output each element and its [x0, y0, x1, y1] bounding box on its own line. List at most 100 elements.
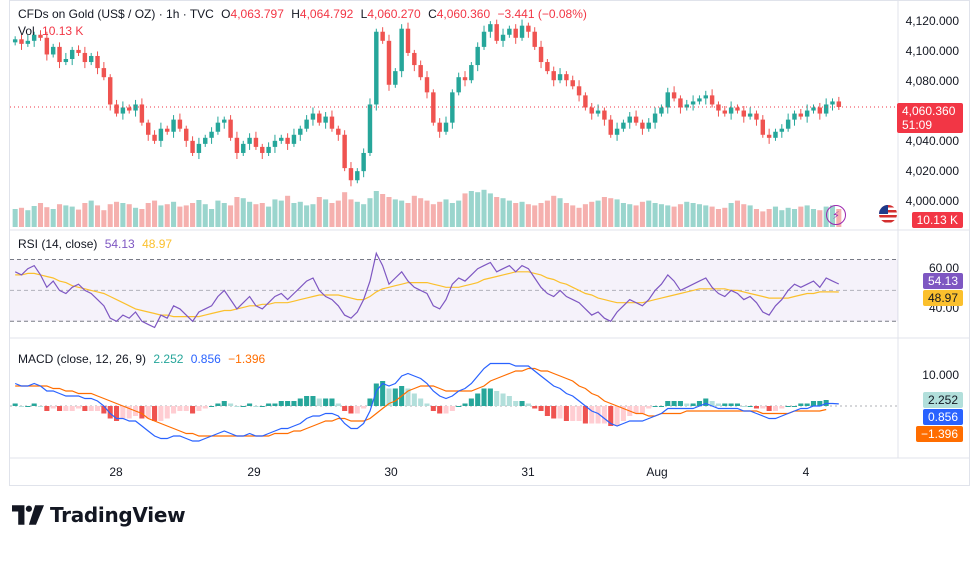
macd-line — [14, 362, 839, 442]
change-value: −3.441 (−0.08%) — [497, 7, 587, 21]
candle-body — [310, 113, 316, 120]
macd-histogram-bar — [810, 401, 817, 406]
candle-body — [88, 55, 94, 63]
time-axis-label: 29 — [247, 465, 261, 479]
volume-bar — [747, 205, 753, 227]
volume-bar — [56, 204, 63, 227]
volume-bar — [405, 203, 411, 227]
volume-bar — [487, 193, 493, 227]
macd-histogram-bar — [430, 406, 436, 411]
candle-body — [792, 113, 797, 120]
candle-body — [589, 107, 594, 114]
tradingview-logo-icon — [12, 505, 44, 525]
macd-histogram-bar — [804, 403, 810, 406]
candle-body — [747, 113, 753, 117]
candle-body — [608, 119, 613, 135]
macd-histogram-bar — [323, 398, 329, 406]
volume-bar — [95, 205, 101, 227]
macd-histogram-bar — [37, 406, 44, 407]
macd-histogram-bar — [481, 388, 487, 406]
time-axis-label: 30 — [384, 465, 398, 479]
candle-body — [285, 137, 290, 144]
volume-bar — [386, 197, 392, 227]
macd-histogram-bar — [158, 406, 164, 421]
candle-body — [671, 92, 677, 99]
candle-body — [646, 122, 651, 129]
macd-histogram-bar — [101, 406, 107, 414]
macd-histogram-bar — [316, 398, 322, 406]
volume-bar — [665, 205, 671, 227]
candle-body — [272, 140, 278, 147]
volume-bar — [247, 201, 253, 227]
macd-histogram-bar — [639, 406, 645, 414]
macd-histogram-bar — [278, 401, 284, 406]
candle-body — [602, 110, 607, 120]
candle-body — [329, 116, 335, 129]
macd-histogram-bar — [677, 401, 683, 406]
macd-histogram-bar — [747, 406, 753, 407]
volume-bar — [766, 209, 772, 227]
macd-histogram-bar — [665, 401, 671, 406]
candle-body — [507, 28, 512, 35]
macd-histogram-bar — [570, 406, 576, 421]
candle-body — [564, 74, 569, 81]
open-value: O4,063.797 — [221, 7, 284, 21]
candle-body — [291, 134, 297, 144]
candle-body — [836, 101, 842, 107]
candle-body — [779, 128, 785, 132]
macd-histogram-bar — [424, 403, 430, 406]
chart-frame[interactable]: CFDs on Gold (US$ / OZ) · 1h · TVC O4,06… — [9, 0, 970, 486]
macd-histogram-bar — [544, 406, 550, 416]
volume-bar — [101, 210, 107, 227]
candle-body — [298, 128, 303, 135]
volume-bar — [722, 207, 728, 227]
macd-histogram-bar — [766, 406, 772, 411]
candle-body — [101, 68, 107, 78]
price-axis-label: 4,040.000 — [905, 134, 959, 148]
candle-body — [450, 92, 455, 123]
volume-bar — [50, 209, 56, 227]
candle-body — [107, 77, 113, 105]
us-flag-icon[interactable] — [879, 205, 897, 223]
macd-histogram-bar — [456, 406, 462, 407]
candle-body — [526, 25, 531, 32]
candle-body — [76, 49, 81, 53]
time-axis-label: 4 — [802, 465, 810, 479]
candle-body — [19, 39, 24, 44]
candle-body — [133, 104, 138, 111]
macd-histogram-bar — [551, 406, 557, 419]
volume-bar — [297, 201, 303, 227]
candle-body — [405, 28, 411, 53]
macd-histogram-bar — [563, 406, 569, 421]
macd-histogram-bar — [82, 406, 88, 411]
lightning-icon[interactable]: ⚡ — [826, 205, 846, 225]
macd-histogram-bar — [494, 391, 500, 406]
macd-histogram-bar — [392, 388, 398, 406]
macd-histogram-bar — [658, 406, 664, 407]
macd-hist-legend-value: 2.252 — [153, 352, 184, 366]
candle-body — [456, 77, 461, 93]
candle-body — [228, 119, 233, 138]
volume-bar — [145, 203, 151, 227]
macd-histogram-bar — [791, 406, 798, 407]
candle-body — [126, 107, 132, 111]
volume-bar — [418, 198, 424, 227]
volume-bar — [373, 191, 379, 227]
volume-bar — [684, 201, 690, 227]
macd-legend: MACD (close, 12, 26, 9) 2.252 0.856 −1.3… — [18, 351, 269, 367]
volume-bar — [82, 203, 88, 227]
macd-histogram-bar — [56, 406, 63, 411]
candle-body — [241, 143, 246, 153]
candle-body — [621, 122, 626, 129]
price-axis-label: 4,020.000 — [905, 164, 959, 178]
volume-bar — [525, 204, 531, 227]
candle-body — [152, 134, 157, 141]
volume-bar — [709, 206, 715, 227]
tradingview-logo[interactable]: TradingView — [12, 503, 186, 527]
macd-histogram-bar — [506, 396, 512, 406]
macd-histogram-bar — [411, 393, 417, 406]
candle-body — [114, 104, 119, 114]
macd-histogram-bar — [779, 406, 785, 409]
volume-bar — [259, 203, 265, 227]
candle-body — [412, 52, 417, 66]
